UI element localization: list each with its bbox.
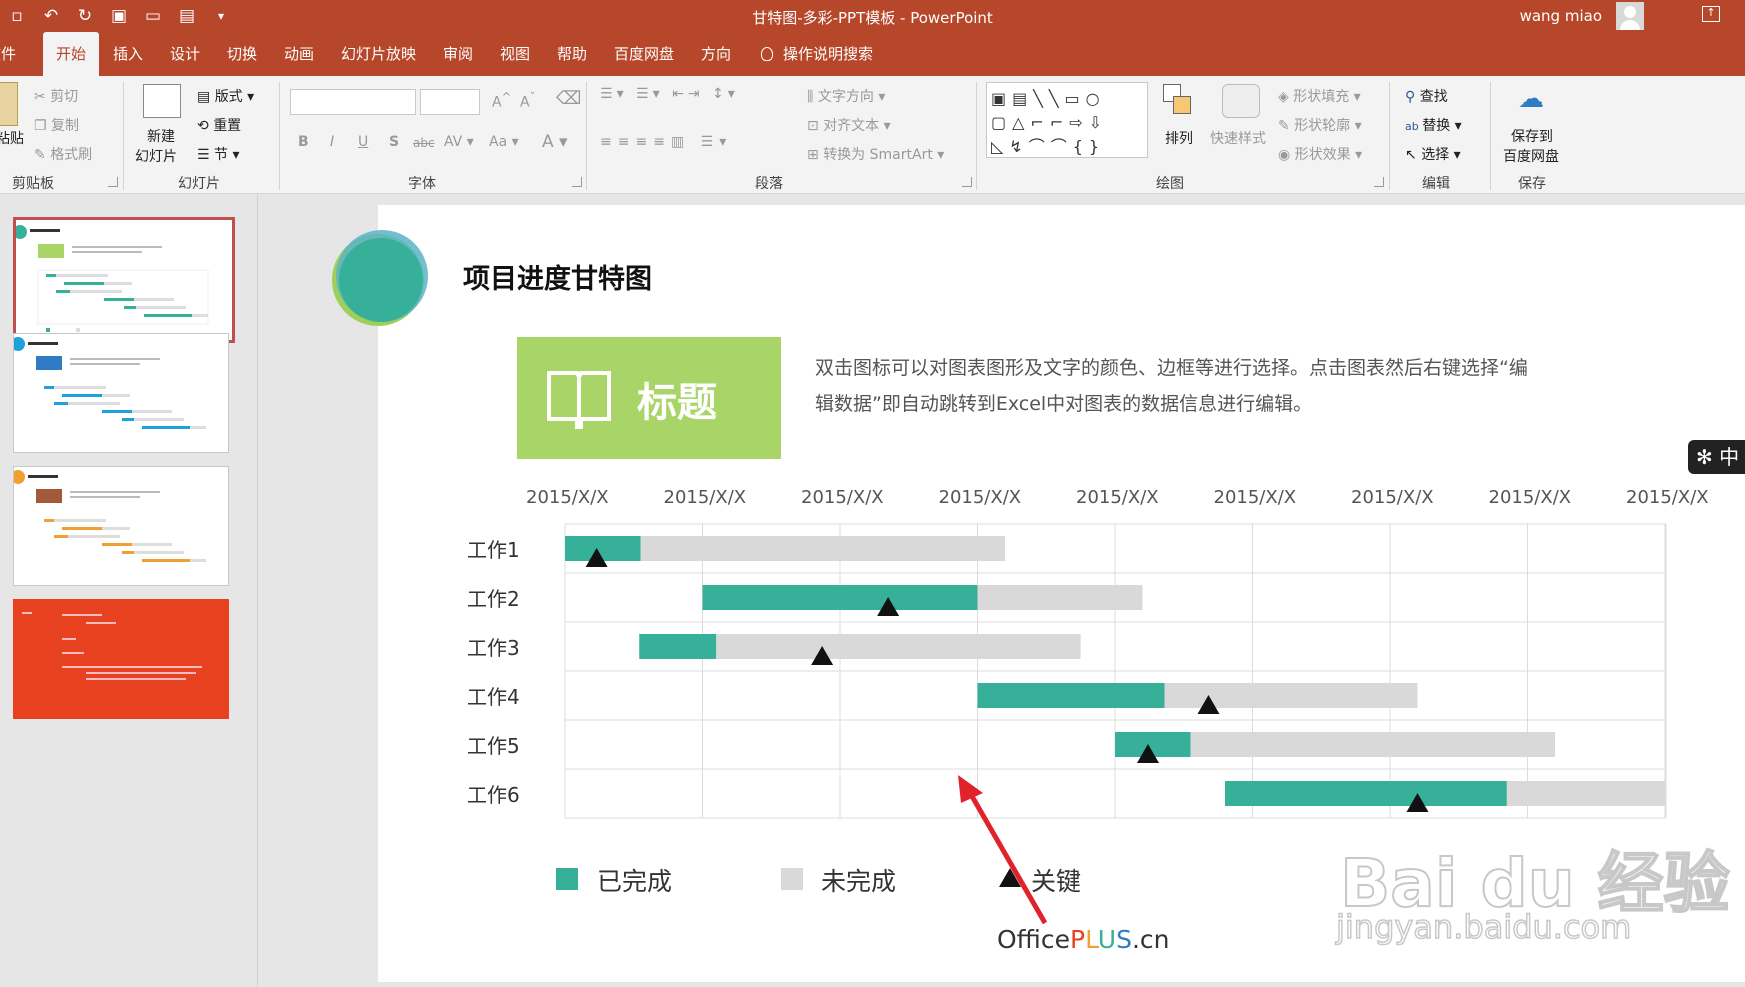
legend-label-incomplete: 未完成 bbox=[821, 867, 897, 896]
officeplus-watermark: OfficePLUS.cn bbox=[997, 925, 1169, 954]
baidu-watermark-url: jingyan.baidu.com bbox=[1335, 907, 1632, 947]
legend-swatch-completed bbox=[556, 868, 578, 890]
bar-completed[interactable] bbox=[1225, 781, 1507, 806]
legend-label-completed: 已完成 bbox=[597, 867, 673, 896]
bar-incomplete[interactable] bbox=[640, 536, 1005, 561]
watermark-plus: PLUS bbox=[1069, 925, 1132, 954]
bar-incomplete[interactable] bbox=[1190, 732, 1555, 757]
bar-completed[interactable] bbox=[565, 536, 641, 561]
annotation-arrow bbox=[958, 775, 1048, 925]
watermark-office: Office bbox=[997, 925, 1070, 954]
bar-completed[interactable] bbox=[977, 683, 1165, 708]
paw-icon: ✻ bbox=[1696, 445, 1720, 469]
ime-indicator[interactable]: ✻ 中 bbox=[1688, 440, 1745, 474]
bar-completed[interactable] bbox=[639, 634, 717, 659]
bar-incomplete[interactable] bbox=[977, 585, 1143, 610]
bar-incomplete[interactable] bbox=[716, 634, 1081, 659]
bar-incomplete[interactable] bbox=[1506, 781, 1665, 806]
bar-completed[interactable] bbox=[702, 585, 978, 610]
watermark-suffix: .cn bbox=[1131, 925, 1170, 954]
ime-mode: 中 bbox=[1719, 445, 1740, 469]
legend-swatch-incomplete bbox=[781, 868, 803, 890]
bar-incomplete[interactable] bbox=[1164, 683, 1418, 708]
